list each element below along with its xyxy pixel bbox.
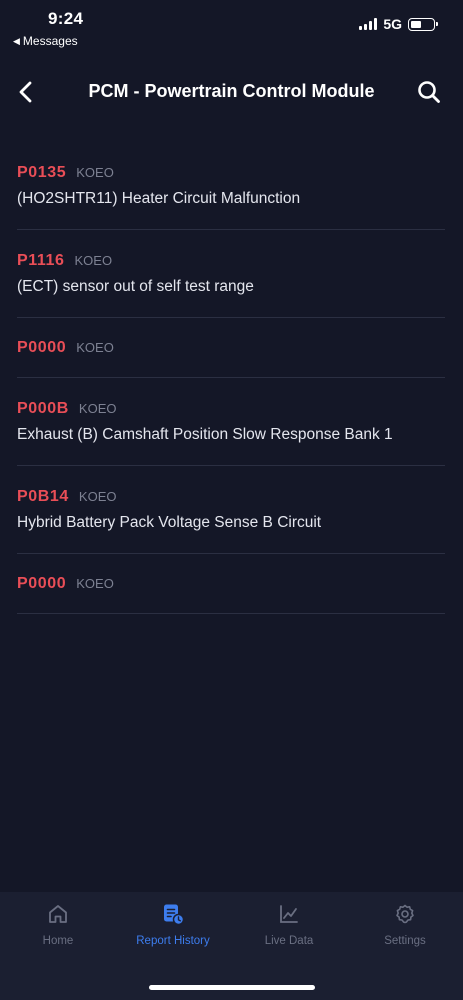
tab-home[interactable]: Home: [0, 902, 116, 947]
dtc-list-item[interactable]: P0000 KOEO: [17, 554, 445, 614]
dtc-tag: KOEO: [76, 340, 114, 355]
dtc-code: P0000: [17, 575, 67, 592]
tab-settings-label: Settings: [384, 935, 426, 947]
chart-line-icon: [280, 905, 298, 923]
dtc-list-item[interactable]: P000B KOEO Exhaust (B) Camshaft Position…: [17, 378, 445, 466]
dtc-code: P0135: [17, 164, 67, 181]
back-triangle-icon: ◀: [13, 35, 20, 46]
gear-icon: [396, 904, 414, 924]
dtc-code: P0B14: [17, 488, 69, 505]
dtc-description: (HO2SHTR11) Heater Circuit Malfunction: [17, 190, 301, 207]
dtc-tag: KOEO: [76, 576, 114, 591]
dtc-list-item[interactable]: P0000 KOEO: [17, 318, 445, 378]
page-title: PCM - Powertrain Control Module: [88, 81, 375, 101]
dtc-list-item[interactable]: P0135 KOEO (HO2SHTR11) Heater Circuit Ma…: [17, 142, 445, 230]
dtc-code: P000B: [17, 400, 69, 417]
tab-live-data[interactable]: Live Data: [231, 902, 347, 947]
dtc-description: Hybrid Battery Pack Voltage Sense B Circ…: [17, 514, 322, 531]
signal-strength-icon: [359, 18, 378, 30]
nav-header: PCM - Powertrain Control Module: [0, 70, 463, 114]
dtc-list-item[interactable]: P1116 KOEO (ECT) sensor out of self test…: [17, 230, 445, 318]
dtc-tag: KOEO: [74, 253, 113, 268]
dtc-code: P1116: [17, 252, 65, 269]
home-icon: [49, 905, 67, 923]
tab-settings[interactable]: Settings: [347, 902, 463, 947]
dtc-tag: KOEO: [78, 489, 117, 504]
status-bar: 9:24 ◀ Messages 5G: [0, 0, 463, 52]
dtc-description: Exhaust (B) Camshaft Position Slow Respo…: [17, 426, 393, 443]
dtc-code: P0000: [17, 339, 67, 356]
dtc-list-item[interactable]: P0B14 KOEO Hybrid Battery Pack Voltage S…: [17, 466, 445, 554]
search-button[interactable]: [415, 78, 443, 106]
dtc-list: P0135 KOEO (HO2SHTR11) Heater Circuit Ma…: [17, 142, 445, 614]
status-indicators: 5G: [359, 16, 438, 32]
dtc-description: (ECT) sensor out of self test range: [17, 278, 254, 295]
network-type: 5G: [383, 16, 402, 32]
search-icon: [418, 81, 440, 103]
tab-report-history[interactable]: Report History: [115, 902, 231, 947]
tab-home-label: Home: [42, 935, 74, 947]
dtc-tag: KOEO: [76, 165, 114, 180]
home-indicator[interactable]: [149, 985, 315, 990]
dtc-tag: KOEO: [78, 401, 117, 416]
tab-bar: Home Report History Live Data Settings: [0, 892, 463, 1000]
battery-icon: [408, 17, 438, 31]
status-time: 9:24: [48, 9, 84, 28]
report-history-icon: [164, 904, 185, 926]
tab-report-history-label: Report History: [136, 935, 210, 947]
back-app-label: Messages: [22, 34, 78, 48]
screen: 9:24 ◀ Messages 5G PCM - Powertrain Cont…: [0, 0, 463, 1000]
back-to-app-link[interactable]: ◀ Messages: [13, 34, 78, 48]
tab-live-data-label: Live Data: [264, 935, 314, 947]
